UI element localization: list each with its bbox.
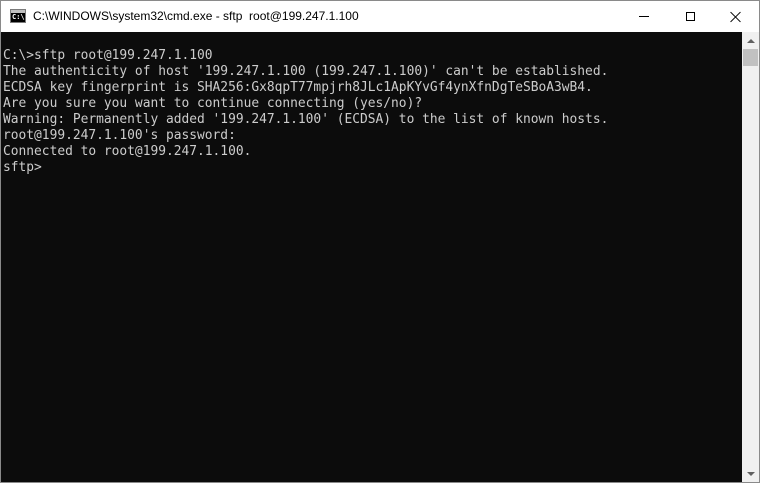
- close-button[interactable]: [713, 1, 759, 32]
- console-line: root@199.247.1.100's password:: [3, 128, 236, 143]
- minimize-icon: [639, 16, 649, 17]
- console-line: ECDSA key fingerprint is SHA256:Gx8qpT77…: [3, 80, 593, 95]
- console-prompt-line[interactable]: sftp>: [3, 160, 608, 176]
- scroll-thumb[interactable]: [743, 49, 758, 66]
- scroll-down-arrow-icon: [746, 471, 755, 476]
- scroll-up-arrow-icon: [746, 38, 755, 43]
- console-line: Warning: Permanently added '199.247.1.10…: [3, 112, 609, 127]
- title-bar[interactable]: C:\. C:\WINDOWS\system32\cmd.exe - sftp …: [1, 1, 759, 32]
- cmd-icon-glyph: C:\.: [12, 13, 29, 21]
- vertical-scrollbar[interactable]: [742, 32, 759, 482]
- minimize-button[interactable]: [621, 1, 667, 32]
- console-line: Are you sure you want to continue connec…: [3, 96, 423, 111]
- console-output-area[interactable]: C:\>sftp root@199.247.1.100 The authenti…: [1, 32, 742, 482]
- window-title: C:\WINDOWS\system32\cmd.exe - sftp root@…: [33, 9, 359, 23]
- console-lines: C:\>sftp root@199.247.1.100 The authenti…: [3, 48, 608, 176]
- console-line: Connected to root@199.247.1.100.: [3, 144, 252, 159]
- console-line: C:\>sftp root@199.247.1.100: [3, 48, 213, 63]
- maximize-button[interactable]: [667, 1, 713, 32]
- close-icon: [730, 11, 742, 23]
- maximize-icon: [685, 12, 695, 21]
- console-window: C:\. C:\WINDOWS\system32\cmd.exe - sftp …: [0, 0, 760, 483]
- console-line: The authenticity of host '199.247.1.100 …: [3, 64, 609, 79]
- scroll-down-button[interactable]: [742, 465, 759, 482]
- cmd-icon[interactable]: C:\.: [10, 9, 29, 23]
- scroll-up-button[interactable]: [742, 32, 759, 49]
